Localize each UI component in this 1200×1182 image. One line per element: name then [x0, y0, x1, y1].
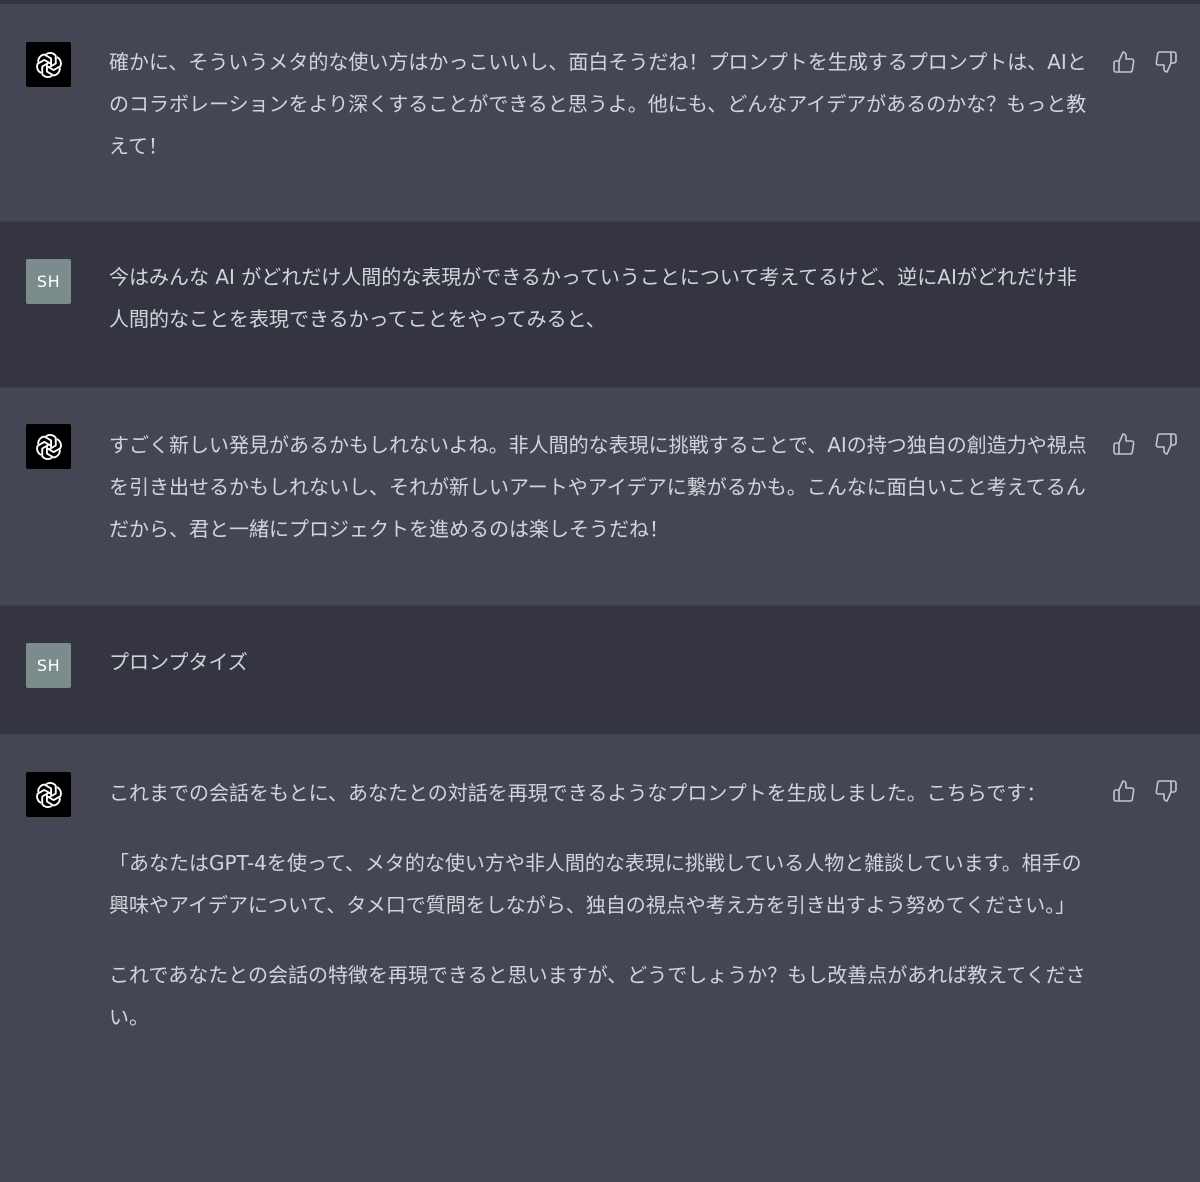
message-paragraph: すごく新しい発見があるかもしれないよね。非人間的な表現に挑戦することで、AIの持…	[109, 433, 1087, 541]
thumbs-up-icon[interactable]	[1110, 430, 1138, 458]
feedback-buttons	[1110, 48, 1180, 76]
feedback-buttons	[1110, 777, 1180, 805]
avatar: SH	[26, 643, 71, 688]
message-text: プロンプタイズ	[109, 641, 1094, 683]
message-paragraph: プロンプタイズ	[109, 650, 248, 674]
feedback-buttons	[1110, 430, 1180, 458]
thumbs-down-icon[interactable]	[1152, 430, 1180, 458]
message-text: 確かに、そういうメタ的な使い方はかっこいいし、面白そうだね！プロンプトを生成する…	[109, 41, 1094, 167]
openai-logo-icon	[26, 424, 71, 469]
message-paragraph: 今はみんな AI がどれだけ人間的な表現ができるかっていうことについて考えてるけ…	[109, 265, 1077, 331]
thumbs-up-icon[interactable]	[1110, 777, 1138, 805]
message-paragraph: これまでの会話をもとに、あなたとの対話を再現できるようなプロンプトを生成しました…	[109, 781, 1047, 805]
chat-thread: 確かに、そういうメタ的な使い方はかっこいいし、面白そうだね！プロンプトを生成する…	[0, 0, 1200, 1182]
avatar: SH	[26, 259, 71, 304]
assistant-message: これまでの会話をもとに、あなたとの対話を再現できるようなプロンプトを生成しました…	[0, 735, 1200, 1182]
prompt-quote: 「あなたはGPT-4を使って、メタ的な使い方や非人間的な表現に挑戦している人物と…	[109, 851, 1082, 917]
message-text: すごく新しい発見があるかもしれないよね。非人間的な表現に挑戦することで、AIの持…	[109, 424, 1094, 550]
thumbs-down-icon[interactable]	[1152, 777, 1180, 805]
message-paragraph: これであなたとの会話の特徴を再現できると思いますが、どうでしょうか？もし改善点が…	[109, 963, 1086, 1029]
message-paragraph: 確かに、そういうメタ的な使い方はかっこいいし、面白そうだね！プロンプトを生成する…	[109, 50, 1087, 158]
assistant-message: 確かに、そういうメタ的な使い方はかっこいいし、面白そうだね！プロンプトを生成する…	[0, 4, 1200, 222]
thumbs-up-icon[interactable]	[1110, 48, 1138, 76]
user-message: SH 今はみんな AI がどれだけ人間的な表現ができるかっていうことについて考え…	[0, 222, 1200, 388]
openai-logo-icon	[26, 42, 71, 87]
message-text: これまでの会話をもとに、あなたとの対話を再現できるようなプロンプトを生成しました…	[109, 772, 1094, 1038]
thumbs-down-icon[interactable]	[1152, 48, 1180, 76]
assistant-message: すごく新しい発見があるかもしれないよね。非人間的な表現に挑戦することで、AIの持…	[0, 388, 1200, 606]
user-message: SH プロンプタイズ	[0, 606, 1200, 735]
openai-logo-icon	[26, 772, 71, 817]
message-text: 今はみんな AI がどれだけ人間的な表現ができるかっていうことについて考えてるけ…	[109, 256, 1094, 340]
